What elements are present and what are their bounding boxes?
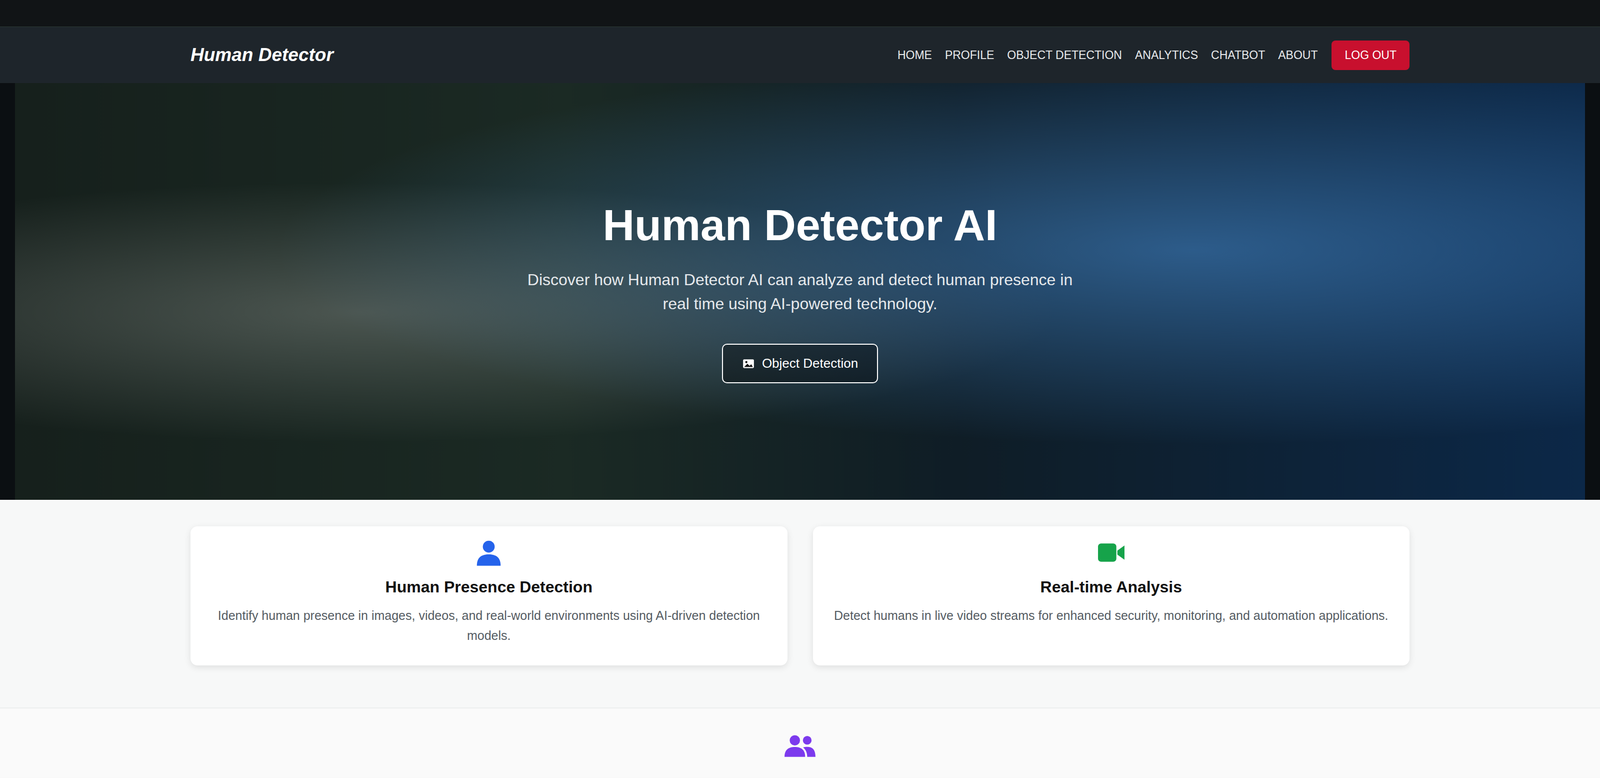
hero-image: Human Detector AI Discover how Human Det… [15,83,1585,500]
hero-subtitle: Discover how Human Detector AI can analy… [525,267,1075,316]
feature-description: Identify human presence in images, video… [205,605,773,645]
nav-menu: HOME PROFILE OBJECT DETECTION ANALYTICS CHAT… [897,40,1410,70]
logout-button[interactable]: LOG OUT [1331,40,1410,70]
nav-item[interactable]: CHATBOT [1211,48,1265,62]
video-camera-icon [1097,538,1126,567]
nav-item[interactable]: ANALYTICS [1135,48,1198,62]
feature-card: Human Presence Detection Identify human … [190,526,788,665]
users-icon [783,732,817,758]
object-detection-button[interactable]: Object Detection [722,343,878,383]
page: Human Detector HOME PROFILE OBJECT DETECTI… [0,0,1600,778]
user-icon [474,538,503,567]
team-section [0,708,1600,777]
feature-title: Real-time Analysis [1040,577,1182,596]
features: Human Presence Detection Identify human … [190,499,1410,665]
navbar: Human Detector HOME PROFILE OBJECT DETECTI… [0,26,1600,83]
feature-description: Detect humans in live video streams for … [834,605,1388,625]
nav-item[interactable]: OBJECT DETECTION [1007,48,1122,62]
image-icon [742,357,755,370]
nav-item[interactable]: PROFILE [945,48,994,62]
hero-title: Human Detector AI [603,199,998,251]
nav-item[interactable]: ABOUT [1278,48,1318,62]
nav-item[interactable]: HOME [897,48,932,62]
brand-logo[interactable]: Human Detector [190,44,334,66]
hero-section: Human Detector AI Discover how Human Det… [0,83,1600,500]
top-strip [0,0,1600,27]
feature-card: Real-time Analysis Detect humans in live… [813,526,1410,665]
feature-title: Human Presence Detection [385,577,593,596]
